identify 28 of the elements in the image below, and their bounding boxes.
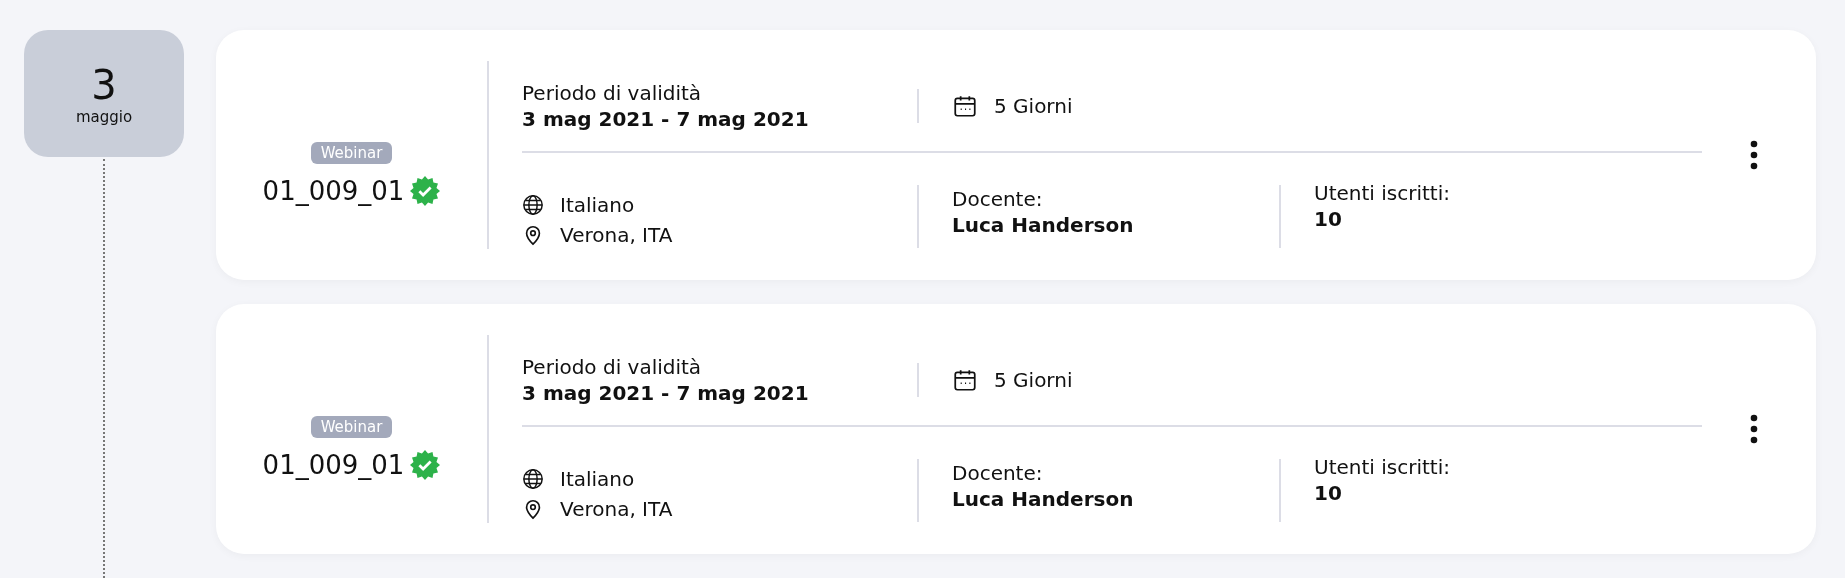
users-label: Utenti iscritti: bbox=[1314, 180, 1451, 206]
type-tag: Webinar bbox=[310, 142, 393, 164]
users-count: 10 bbox=[1314, 480, 1343, 506]
month-label: maggio bbox=[75, 107, 133, 126]
period-label: Periodo di validità bbox=[522, 353, 703, 380]
type-tag: Webinar bbox=[310, 416, 393, 438]
location-text: Verona, ITA bbox=[560, 222, 673, 248]
language-text: Italiano bbox=[560, 192, 635, 218]
users-count: 10 bbox=[1314, 206, 1343, 232]
teacher-label: Docente: bbox=[952, 186, 1044, 212]
duration-text: 5 Giorni bbox=[994, 366, 1073, 393]
kebab-menu-icon bbox=[1750, 414, 1758, 444]
course-code: 01_009_01 bbox=[262, 450, 405, 480]
language-text: Italiano bbox=[560, 466, 635, 492]
teacher-label: Docente: bbox=[952, 460, 1044, 486]
period-value: 3 mag 2021 - 7 mag 2021 bbox=[522, 379, 810, 406]
course-code: 01_009_01 bbox=[262, 176, 405, 206]
period-label: Periodo di validità bbox=[522, 79, 703, 106]
kebab-menu-icon bbox=[1750, 140, 1758, 170]
day-number: 3 bbox=[91, 61, 117, 108]
duration-text: 5 Giorni bbox=[994, 92, 1073, 119]
users-label: Utenti iscritti: bbox=[1314, 454, 1451, 480]
teacher-name: Luca Handerson bbox=[952, 212, 1135, 238]
location-text: Verona, ITA bbox=[560, 496, 673, 522]
period-value: 3 mag 2021 - 7 mag 2021 bbox=[522, 105, 810, 132]
globe-icon bbox=[522, 468, 544, 490]
globe-icon bbox=[522, 194, 544, 216]
teacher-name: Luca Handerson bbox=[952, 486, 1135, 512]
